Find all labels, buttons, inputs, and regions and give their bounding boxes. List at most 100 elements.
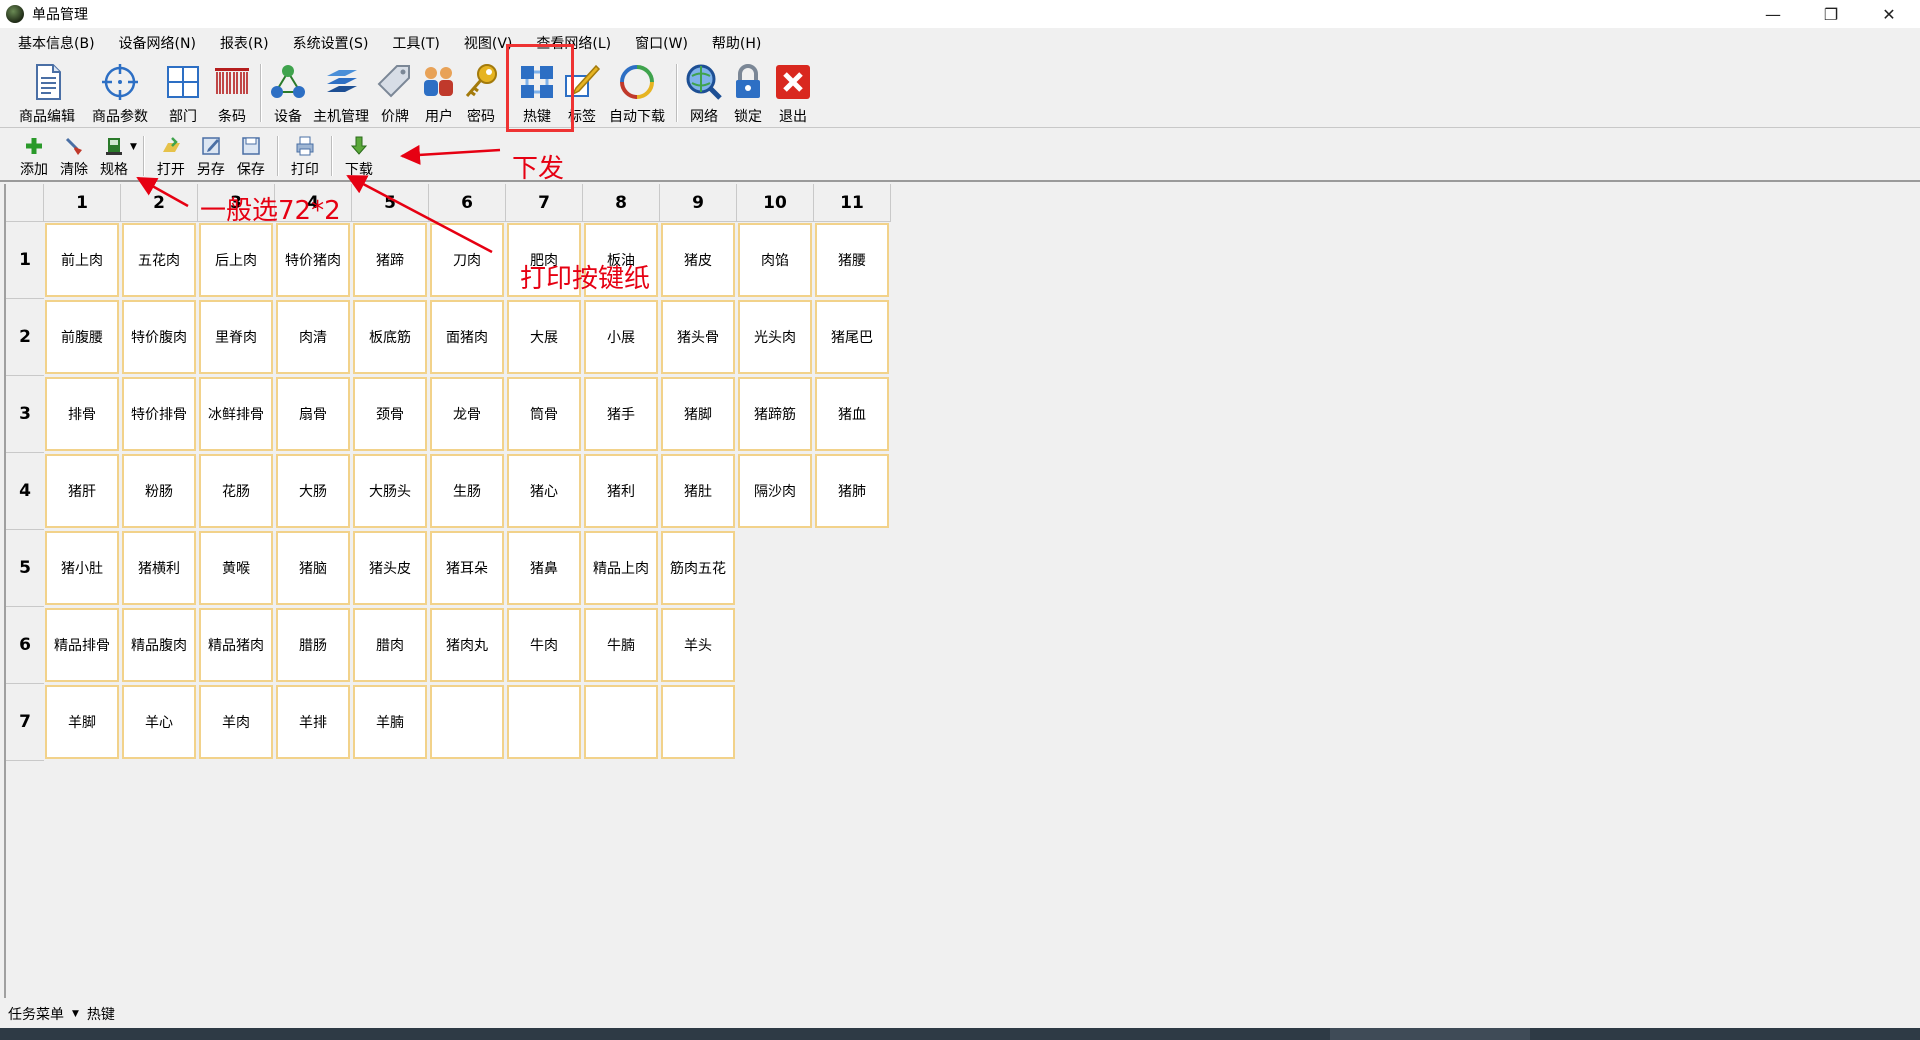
minimize-button[interactable]: — (1744, 0, 1802, 28)
hotkey-cell[interactable] (430, 685, 504, 759)
open-button[interactable]: 打开 (151, 132, 191, 180)
hotkey-cell[interactable]: 猪手 (584, 377, 658, 451)
hotkey-cell[interactable]: 生肠 (430, 454, 504, 528)
hotkey-cell[interactable]: 黄喉 (199, 531, 273, 605)
hotkey-cell[interactable]: 粉肠 (122, 454, 196, 528)
hotkey-cell[interactable]: 猪蹄 (353, 223, 427, 297)
lock-button[interactable]: 锁定 (726, 58, 770, 126)
menu-basic-info[interactable]: 基本信息(B) (8, 33, 105, 53)
hotkey-cell[interactable]: 精品排骨 (45, 608, 119, 682)
clear-button[interactable]: 清除 (54, 132, 94, 180)
hotkey-cell[interactable]: 小展 (584, 300, 658, 374)
close-button[interactable]: ✕ (1860, 0, 1918, 28)
menu-tools[interactable]: 工具(T) (382, 33, 449, 53)
hotkey-button[interactable]: 热键 (512, 58, 562, 126)
hotkey-cell[interactable]: 猪肉丸 (430, 608, 504, 682)
spec-button[interactable]: 规格 (94, 132, 134, 180)
hotkey-cell[interactable]: 筋肉五花 (661, 531, 735, 605)
barcode-button[interactable]: 条码 (208, 58, 256, 126)
hotkey-cell[interactable]: 里脊肉 (199, 300, 273, 374)
hotkey-cell[interactable]: 特价排骨 (122, 377, 196, 451)
hotkey-cell[interactable]: 特价猪肉 (276, 223, 350, 297)
hotkey-cell[interactable]: 特价腹肉 (122, 300, 196, 374)
download-button[interactable]: 下载 (339, 132, 379, 180)
hotkey-cell[interactable]: 猪鼻 (507, 531, 581, 605)
hotkey-cell[interactable]: 肉馅 (738, 223, 812, 297)
task-menu-caret-icon[interactable]: ▼ (72, 1009, 79, 1019)
hotkey-cell[interactable]: 猪血 (815, 377, 889, 451)
hotkey-cell[interactable]: 前上肉 (45, 223, 119, 297)
save-button[interactable]: 保存 (231, 132, 271, 180)
hotkey-cell[interactable]: 猪腰 (815, 223, 889, 297)
password-button[interactable]: 密码 (460, 58, 502, 126)
hotkey-cell[interactable]: 猪耳朵 (430, 531, 504, 605)
print-button[interactable]: 打印 (285, 132, 325, 180)
hotkey-cell[interactable]: 排骨 (45, 377, 119, 451)
hotkey-cell[interactable]: 猪横利 (122, 531, 196, 605)
hotkey-cell[interactable]: 羊头 (661, 608, 735, 682)
menu-system-settings[interactable]: 系统设置(S) (283, 33, 379, 53)
hotkey-cell[interactable]: 冰鲜排骨 (199, 377, 273, 451)
product-params-button[interactable]: 商品参数 (82, 58, 158, 126)
hotkey-cell[interactable]: 大肠 (276, 454, 350, 528)
hotkey-cell[interactable]: 精品上肉 (584, 531, 658, 605)
hotkey-cell[interactable]: 大展 (507, 300, 581, 374)
hotkey-cell[interactable]: 羊腩 (353, 685, 427, 759)
hotkey-cell[interactable]: 羊脚 (45, 685, 119, 759)
spec-dropdown-caret-icon[interactable]: ▼ (130, 142, 137, 180)
hotkey-cell[interactable]: 前腹腰 (45, 300, 119, 374)
hotkey-cell[interactable]: 猪肚 (661, 454, 735, 528)
hotkey-cell[interactable]: 隔沙肉 (738, 454, 812, 528)
hotkey-cell[interactable]: 牛肉 (507, 608, 581, 682)
task-menu-label[interactable]: 任务菜单 (8, 1004, 64, 1024)
hotkey-cell[interactable]: 猪肺 (815, 454, 889, 528)
hotkey-cell[interactable]: 猪头皮 (353, 531, 427, 605)
hotkey-cell[interactable]: 猪头骨 (661, 300, 735, 374)
hotkey-cell[interactable]: 羊心 (122, 685, 196, 759)
department-button[interactable]: 部门 (158, 58, 208, 126)
hotkey-cell[interactable]: 牛腩 (584, 608, 658, 682)
hotkey-cell[interactable]: 五花肉 (122, 223, 196, 297)
hotkey-cell[interactable]: 腊肉 (353, 608, 427, 682)
menu-view-network[interactable]: 查看网络(L) (526, 33, 621, 53)
hotkey-cell[interactable]: 猪脚 (661, 377, 735, 451)
host-management-button[interactable]: 主机管理 (310, 58, 372, 126)
menu-reports[interactable]: 报表(R) (210, 33, 279, 53)
hotkey-cell[interactable]: 猪利 (584, 454, 658, 528)
auto-download-button[interactable]: 自动下载 (602, 58, 672, 126)
network-button[interactable]: 网络 (682, 58, 726, 126)
hotkey-cell[interactable]: 猪心 (507, 454, 581, 528)
device-button[interactable]: 设备 (266, 58, 310, 126)
hotkey-cell[interactable] (507, 685, 581, 759)
hotkey-cell[interactable]: 精品猪肉 (199, 608, 273, 682)
hotkey-cell[interactable]: 光头肉 (738, 300, 812, 374)
price-tag-button[interactable]: 价牌 (372, 58, 418, 126)
menu-window[interactable]: 窗口(W) (625, 33, 698, 53)
exit-button[interactable]: 退出 (770, 58, 816, 126)
hotkey-cell[interactable]: 腊肠 (276, 608, 350, 682)
hotkey-cell[interactable] (661, 685, 735, 759)
hotkey-cell[interactable]: 扇骨 (276, 377, 350, 451)
hotkey-cell[interactable]: 大肠头 (353, 454, 427, 528)
hotkey-cell[interactable]: 猪尾巴 (815, 300, 889, 374)
save-as-button[interactable]: 另存 (191, 132, 231, 180)
hotkey-cell[interactable]: 板底筋 (353, 300, 427, 374)
product-edit-button[interactable]: 商品编辑 (12, 58, 82, 126)
hotkey-cell[interactable]: 刀肉 (430, 223, 504, 297)
add-button[interactable]: 添加 (14, 132, 54, 180)
label-button[interactable]: 标签 (562, 58, 602, 126)
hotkey-cell[interactable]: 精品腹肉 (122, 608, 196, 682)
hotkey-cell[interactable]: 后上肉 (199, 223, 273, 297)
hotkey-cell[interactable] (584, 685, 658, 759)
users-button[interactable]: 用户 (418, 58, 460, 126)
hotkey-cell[interactable]: 猪脑 (276, 531, 350, 605)
hotkey-cell[interactable]: 颈骨 (353, 377, 427, 451)
menu-help[interactable]: 帮助(H) (702, 33, 771, 53)
hotkey-cell[interactable]: 猪蹄筋 (738, 377, 812, 451)
hotkey-cell[interactable]: 筒骨 (507, 377, 581, 451)
hotkey-cell[interactable]: 猪肝 (45, 454, 119, 528)
hotkey-cell[interactable]: 肉清 (276, 300, 350, 374)
restore-button[interactable]: ❐ (1802, 0, 1860, 28)
hotkey-cell[interactable]: 花肠 (199, 454, 273, 528)
menu-device-network[interactable]: 设备网络(N) (109, 33, 206, 53)
